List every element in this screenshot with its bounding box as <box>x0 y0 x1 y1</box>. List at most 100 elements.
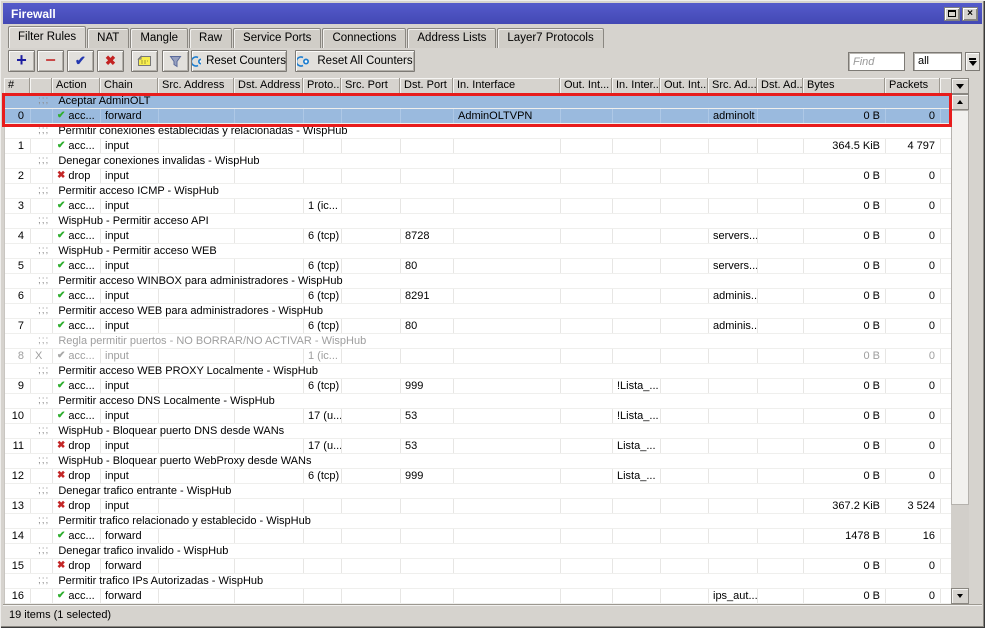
comment-row[interactable]: ;;;Permitir acceso WEB PROXY Localmente … <box>5 364 951 379</box>
reset-all-counters-button[interactable]: Reset All Counters <box>295 50 415 72</box>
comment-row[interactable]: ;;;WispHub - Bloquear puerto WebProxy de… <box>5 454 951 469</box>
col-header-out_list[interactable]: Out. Int... <box>660 78 708 94</box>
comment-row[interactable]: ;;;WispHub - Permitir acceso API <box>5 214 951 229</box>
comment-row[interactable]: ;;;WispHub - Permitir acceso WEB <box>5 244 951 259</box>
cell-action: ✔acc... <box>53 199 101 213</box>
cell-packets: 16 <box>886 529 941 543</box>
disable-rule-button[interactable]: ✖ <box>97 50 124 72</box>
col-header-out_interface[interactable]: Out. Int... <box>560 78 612 94</box>
accept-icon: ✔ <box>57 109 65 123</box>
filter-scope-dropdown-button[interactable] <box>965 52 980 71</box>
rule-row[interactable]: 6✔acc...input6 (tcp)8291adminis...0 B0 <box>5 289 951 304</box>
cell-proto <box>304 529 342 543</box>
col-header-in_list[interactable]: In. Inter... <box>612 78 660 94</box>
add-rule-button[interactable]: + <box>8 50 35 72</box>
col-header-action[interactable]: Action <box>52 78 100 94</box>
rule-row[interactable]: 0✔acc...forwardAdminOLTVPNadminolt0 B0 <box>5 109 951 124</box>
col-header-in_interface[interactable]: In. Interface <box>453 78 560 94</box>
reset-counters-icon <box>192 55 201 68</box>
col-header-bytes[interactable]: Bytes <box>803 78 885 94</box>
comment-row[interactable]: ;;;Permitir trafico relacionado y establ… <box>5 514 951 529</box>
cell-action: ✖drop <box>53 439 101 453</box>
vertical-scrollbar[interactable] <box>951 94 969 604</box>
rule-row[interactable]: 9✔acc...input6 (tcp)999!Lista_...0 B0 <box>5 379 951 394</box>
comment-prefix: ;;; <box>38 454 49 468</box>
comment-row[interactable]: ;;;Permitir acceso WINBOX para administr… <box>5 274 951 289</box>
cell-src_port <box>342 589 401 603</box>
scroll-thumb[interactable] <box>951 110 969 505</box>
scroll-up-button[interactable] <box>951 94 969 110</box>
column-select-button[interactable] <box>951 78 969 94</box>
find-input[interactable] <box>848 52 905 71</box>
comment-row[interactable]: ;;;Permitir acceso WEB para administrado… <box>5 304 951 319</box>
comment-row[interactable]: ;;;Permitir acceso ICMP - WispHub <box>5 184 951 199</box>
comment-row[interactable]: ;;;Denegar trafico invalido - WispHub <box>5 544 951 559</box>
col-header-dst_address[interactable]: Dst. Address <box>234 78 303 94</box>
title-bar[interactable]: Firewall × <box>3 3 982 24</box>
rule-row[interactable]: 14✔acc...forward1478 B16 <box>5 529 951 544</box>
tab-connections[interactable]: Connections <box>322 28 406 48</box>
remove-rule-button[interactable]: − <box>37 50 64 72</box>
tab-filter-rules[interactable]: Filter Rules <box>8 26 86 48</box>
tab-service-ports[interactable]: Service Ports <box>233 28 321 48</box>
filter-scope-select[interactable]: all <box>913 52 962 71</box>
maximize-button[interactable] <box>944 7 960 21</box>
comment-row[interactable]: ;;;Denegar conexiones invalidas - WispHu… <box>5 154 951 169</box>
col-header-packets[interactable]: Packets <box>885 78 940 94</box>
tab-nat[interactable]: NAT <box>87 28 129 48</box>
cell-dst_address <box>235 379 304 393</box>
comment-row[interactable]: ;;;Permitir trafico IPs Autorizadas - Wi… <box>5 574 951 589</box>
rule-row[interactable]: 11✖dropinput17 (u...53Lista_...0 B0 <box>5 439 951 454</box>
cell-flag <box>31 559 53 573</box>
enable-rule-button[interactable]: ✔ <box>67 50 94 72</box>
rule-row[interactable]: 15✖dropforward0 B0 <box>5 559 951 574</box>
cell-out_interface <box>561 229 613 243</box>
rule-row[interactable]: 7✔acc...input6 (tcp)80adminis...0 B0 <box>5 319 951 334</box>
rule-row[interactable]: 10✔acc...input17 (u...53!Lista_...0 B0 <box>5 409 951 424</box>
comment-row[interactable]: ;;;Denegar trafico entrante - WispHub <box>5 484 951 499</box>
comment-text: Denegar trafico invalido - WispHub <box>58 544 228 558</box>
comment-row[interactable]: ;;;Aceptar AdminOLT <box>5 94 951 109</box>
rule-row[interactable]: 12✖dropinput6 (tcp)999Lista_...0 B0 <box>5 469 951 484</box>
comment-button[interactable] <box>131 50 158 72</box>
toolbar: + − ✔ ✖ Reset Counters <box>3 48 982 76</box>
col-header-flag[interactable] <box>30 78 52 94</box>
comment-row[interactable]: ;;;Permitir conexiones establecidas y re… <box>5 124 951 139</box>
col-header-num[interactable]: # <box>4 78 30 94</box>
tab-raw[interactable]: Raw <box>189 28 232 48</box>
col-header-src_addr_list[interactable]: Src. Ad... <box>708 78 757 94</box>
rule-row[interactable]: 5✔acc...input6 (tcp)80servers...0 B0 <box>5 259 951 274</box>
cell-src_addr_list <box>709 349 758 363</box>
accept-icon: ✔ <box>57 349 65 363</box>
reset-counters-button[interactable]: Reset Counters <box>191 50 287 72</box>
scroll-down-button[interactable] <box>951 588 969 604</box>
rule-row[interactable]: 3✔acc...input1 (ic...0 B0 <box>5 199 951 214</box>
col-header-dst_addr_list[interactable]: Dst. Ad... <box>757 78 803 94</box>
close-button[interactable]: × <box>962 7 978 21</box>
close-icon: × <box>967 8 973 19</box>
tab-mangle[interactable]: Mangle <box>130 28 188 48</box>
tab-address-lists[interactable]: Address Lists <box>407 28 496 48</box>
col-header-src_port[interactable]: Src. Port <box>341 78 400 94</box>
rule-row[interactable]: 8X✔acc...input1 (ic...0 B0 <box>5 349 951 364</box>
rule-row[interactable]: 1✔acc...input364.5 KiB4 797 <box>5 139 951 154</box>
arrow-up-icon <box>957 100 963 104</box>
rule-row[interactable]: 13✖dropinput367.2 KiB3 524 <box>5 499 951 514</box>
cell-bytes: 0 B <box>804 349 886 363</box>
tab-layer7-protocols[interactable]: Layer7 Protocols <box>497 28 603 48</box>
rule-row[interactable]: 4✔acc...input6 (tcp)8728servers...0 B0 <box>5 229 951 244</box>
col-header-proto[interactable]: Proto... <box>303 78 341 94</box>
comment-row[interactable]: ;;;Regla permitir puertos - NO BORRAR/NO… <box>5 334 951 349</box>
comment-row[interactable]: ;;;Permitir acceso DNS Localmente - Wisp… <box>5 394 951 409</box>
action-label: acc... <box>68 229 94 243</box>
col-header-src_address[interactable]: Src. Address <box>158 78 234 94</box>
cell-packets: 0 <box>886 379 941 393</box>
rule-row[interactable]: 2✖dropinput0 B0 <box>5 169 951 184</box>
col-header-chain[interactable]: Chain <box>100 78 158 94</box>
filter-button[interactable] <box>162 50 189 72</box>
cell-bytes: 0 B <box>804 469 886 483</box>
firewall-window: Firewall × Filter RulesNATMangleRawServi… <box>0 0 985 628</box>
col-header-dst_port[interactable]: Dst. Port <box>400 78 453 94</box>
comment-row[interactable]: ;;;WispHub - Bloquear puerto DNS desde W… <box>5 424 951 439</box>
rule-row[interactable]: 16✔acc...forwardips_aut...0 B0 <box>5 589 951 604</box>
